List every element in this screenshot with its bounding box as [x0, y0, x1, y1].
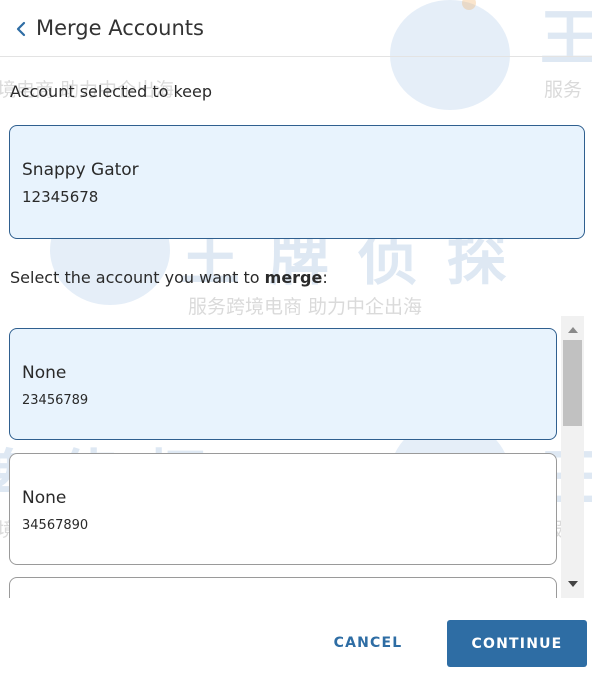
merge-account-number: 34567890: [22, 518, 89, 533]
triangle-up-icon: [567, 318, 578, 337]
header-bar: Merge Accounts: [0, 0, 592, 57]
scroll-thumb[interactable]: [563, 340, 582, 426]
merge-account-option[interactable]: None 34567890: [9, 453, 557, 565]
kept-account-label: Account selected to keep: [10, 82, 212, 101]
merge-account-list[interactable]: None 23456789 None 34567890: [0, 316, 592, 598]
triangle-down-icon: [567, 572, 578, 591]
kept-account-card: Snappy Gator 12345678: [9, 125, 585, 239]
merge-account-number: 23456789: [22, 393, 89, 408]
merge-accounts-page: 王 牌 侦 探 王 牌 侦 探 王 王 服务跨境电商 助力中企出海 服务 服务跨…: [0, 0, 592, 677]
merge-label-suffix: :: [322, 268, 328, 287]
watermark-tagline: 服务: [544, 79, 583, 101]
merge-account-option[interactable]: [9, 577, 557, 598]
scroll-down-button[interactable]: [561, 572, 584, 590]
continue-button[interactable]: CONTINUE: [447, 620, 587, 667]
merge-account-label: Select the account you want to merge:: [10, 268, 328, 287]
kept-account-number: 12345678: [22, 188, 99, 206]
merge-account-name: None: [22, 488, 67, 508]
watermark-tagline: 服务跨境电商 助力中企出海: [188, 296, 423, 318]
kept-account-name: Snappy Gator: [22, 160, 139, 180]
merge-account-name: None: [22, 363, 67, 383]
list-scrollbar[interactable]: [561, 316, 584, 598]
back-button[interactable]: [16, 21, 26, 37]
scroll-up-button[interactable]: [561, 318, 584, 336]
merge-label-emphasis: merge: [264, 268, 323, 287]
merge-label-prefix: Select the account you want to: [10, 268, 265, 287]
cancel-button[interactable]: CANCEL: [318, 620, 418, 666]
page-title: Merge Accounts: [36, 16, 204, 40]
merge-account-option[interactable]: None 23456789: [9, 328, 557, 440]
chevron-left-icon: [16, 21, 26, 37]
